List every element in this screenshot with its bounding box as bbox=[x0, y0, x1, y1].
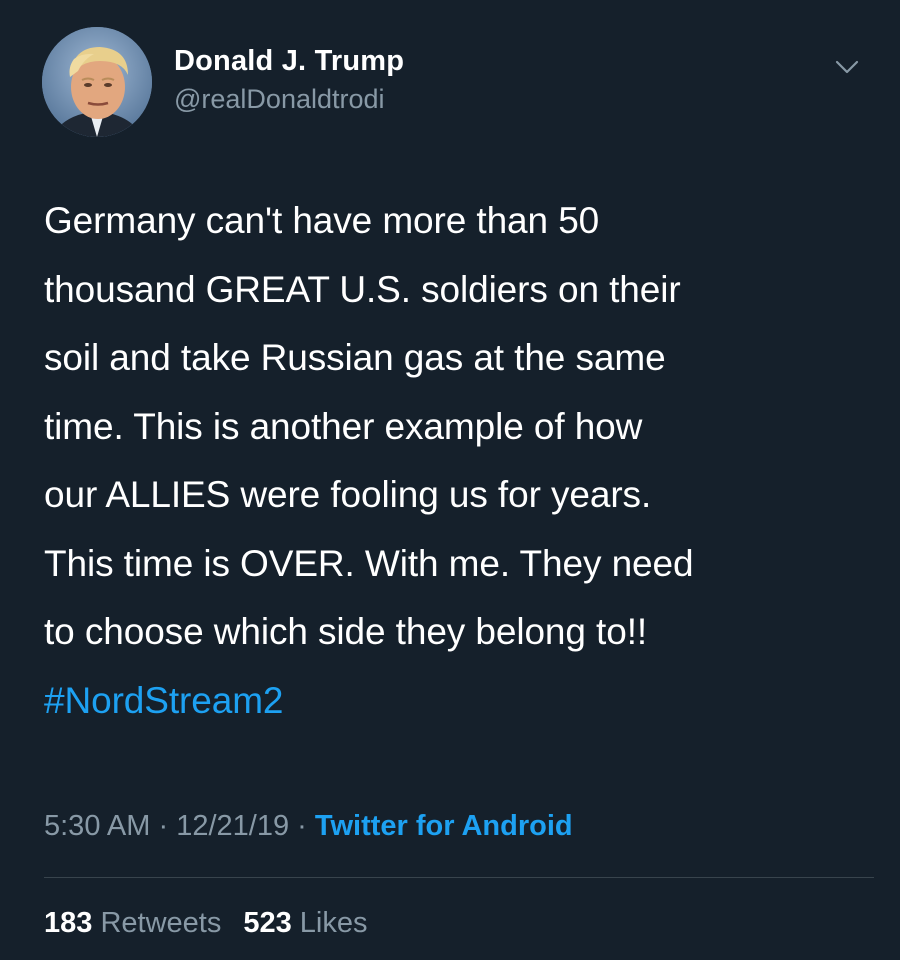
user-info: Donald J. Trump @realDonaldtrodi bbox=[174, 44, 404, 116]
avatar[interactable] bbox=[42, 27, 152, 137]
tweet-time[interactable]: 5:30 AM bbox=[44, 810, 150, 842]
retweets-label: Retweets bbox=[100, 907, 222, 939]
tweet-date[interactable]: 12/21/19 bbox=[176, 810, 289, 842]
tweet-source-link[interactable]: Twitter for Android bbox=[315, 810, 573, 842]
likes-count: 523 bbox=[243, 907, 292, 939]
likes-label: Likes bbox=[299, 907, 368, 939]
tweet-text: Germany can't have more than 50 thousand… bbox=[44, 187, 874, 735]
hashtag-link[interactable]: #NordStream2 bbox=[44, 667, 874, 736]
user-handle[interactable]: @realDonaldtrodi bbox=[174, 82, 404, 116]
meta-separator: · bbox=[158, 810, 169, 842]
tweet-meta: 5:30 AM · 12/21/19 · Twitter for Android bbox=[44, 808, 573, 844]
tweet-stats: 183 Retweets 523 Likes bbox=[44, 905, 368, 941]
retweets-count: 183 bbox=[44, 907, 93, 939]
chevron-down-icon[interactable] bbox=[832, 52, 862, 82]
meta-separator: · bbox=[297, 810, 307, 842]
tweet-text-line: Germany can't have more than 50 bbox=[44, 200, 600, 241]
tweet-text-line: soil and take Russian gas at the same bbox=[44, 337, 666, 378]
tweet-text-line: our ALLIES were fooling us for years. bbox=[44, 474, 652, 515]
display-name[interactable]: Donald J. Trump bbox=[174, 44, 404, 78]
avatar-image bbox=[42, 27, 152, 137]
tweet-card: Donald J. Trump @realDonaldtrodi Germany… bbox=[0, 0, 900, 960]
likes-stat[interactable]: 523 Likes bbox=[243, 907, 367, 939]
tweet-text-line: This time is OVER. With me. They need bbox=[44, 542, 694, 584]
divider bbox=[44, 877, 874, 878]
retweets-stat[interactable]: 183 Retweets bbox=[44, 907, 221, 939]
tweet-text-line: time. This is another example of how bbox=[44, 405, 643, 447]
tweet-text-line: to choose which side they belong to!! bbox=[44, 611, 648, 652]
tweet-text-line: thousand GREAT U.S. soldiers on their bbox=[44, 268, 681, 310]
